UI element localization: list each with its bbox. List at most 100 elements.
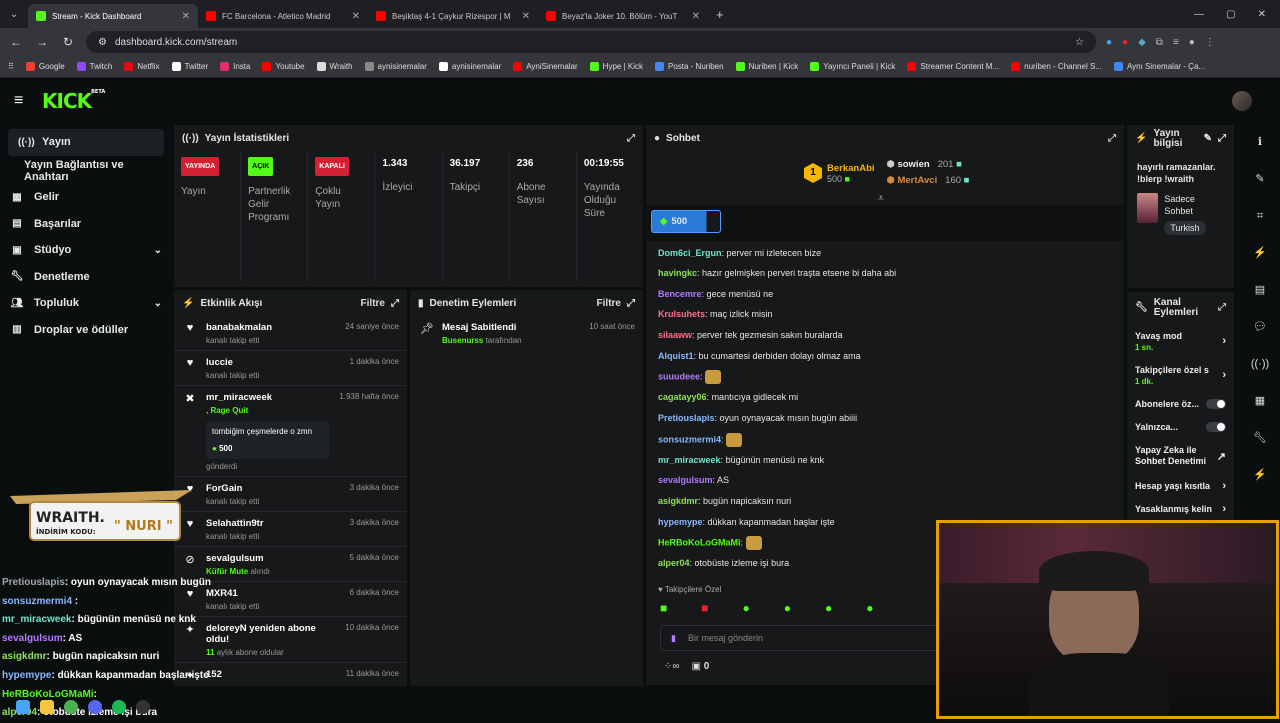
close-tab-icon[interactable]: ✕ [352,11,360,22]
chat-message[interactable]: Dom6ci_Ergun: perver mi izletecen bize [646,243,1124,264]
chat-message[interactable]: silaaww: perver tek gezmesin sakın bural… [646,325,1124,346]
chat-message[interactable]: mr_miracweek: bügünün menüsü ne knk [646,450,1124,471]
bookmark-item[interactable]: Nuriben | Kick [735,62,798,71]
sidebar-item-stream-key[interactable]: Yayın Bağlantısı ve Anahtarı [0,158,172,185]
chat-username[interactable]: Pretiouslapis [658,413,715,423]
chat-message[interactable]: asigkdmr: bugün napicaksın nuri [646,491,1124,512]
channel-action-row[interactable]: Hesap yaşı kısıtla › [1127,474,1234,497]
extension-icon[interactable]: ◆ [1138,37,1146,48]
kicks-goal-badge[interactable]: ◆ 500 [651,210,721,233]
chat-message[interactable]: Alquist1: bu cumartesi derbiden dolayı o… [646,346,1124,367]
profile-icon[interactable]: ● [1189,37,1195,48]
extension-icon[interactable]: ● [1122,37,1128,48]
browser-tab-joker[interactable]: Beyaz'la Joker 10. Bölüm - YouT ✕ [538,4,708,28]
emote-icon[interactable]: ■ [660,601,667,615]
sidebar-item-yayin[interactable]: ((·)) Yayın [8,129,164,156]
edit-pencil-icon[interactable]: ✎ [1204,134,1212,144]
browser-tab-barcelona[interactable]: FC Barcelona - Atletico Madrid ✕ [198,4,368,28]
toggle-switch[interactable] [1206,421,1226,432]
emote-icon[interactable]: ■ [701,601,708,615]
emote-icon[interactable]: ● [743,601,750,615]
collapse-chevron-icon[interactable]: ⩡ [878,193,884,204]
filter-button[interactable]: Filtre [361,298,385,309]
bookmark-item[interactable]: Insta [220,62,250,71]
close-tab-icon[interactable]: ✕ [692,11,700,22]
chat-username[interactable]: alper04 [658,558,690,568]
bookmark-star-icon[interactable]: ☆ [1075,37,1084,48]
channel-action-row[interactable]: Takipçilere özel s1 dk. › [1127,358,1234,392]
event-item[interactable]: ♥ banabakmalan kanalı takip etti 24 saniye … [174,316,407,351]
chat-message[interactable]: suuudeee: [646,367,1124,388]
browser-tab-kick-dashboard[interactable]: Stream - Kick Dashboard ✕ [28,4,198,28]
document-icon[interactable]: ▤ [1240,272,1280,309]
lightning-icon[interactable]: ⚡ [1240,235,1280,272]
folder-icon[interactable] [40,700,54,714]
emote-icon[interactable]: ● [825,601,832,615]
bookmark-item[interactable]: Twitter [171,62,208,71]
obs-icon[interactable] [136,700,150,714]
puzzle-icon[interactable]: ⧉ [1156,37,1163,48]
top-gifter-3[interactable]: ⬢ MertAvci 160 ■ [887,173,970,189]
bookmark-item[interactable]: aynisinemalar [364,62,427,71]
sidebar-item-denetleme[interactable]: 🔧︎ Denetleme [0,264,172,291]
top-gifter-2[interactable]: ⬢ sowien 201 ■ [887,157,970,173]
chat-username[interactable]: havingkc [658,268,697,278]
channel-action-row[interactable]: Yasaklanmış kelin › [1127,497,1234,520]
channel-action-row[interactable]: Abonelere öz... [1127,392,1234,415]
crop-icon[interactable]: ⌗ [1240,198,1280,235]
chat-username[interactable]: Krulsuhets [658,309,705,319]
tab-search-icon[interactable]: ⌄ [0,9,28,20]
top-gifter-1[interactable]: 1 BerkanAbi 500 ■ [804,157,875,189]
reload-icon[interactable]: ↻ [60,35,76,49]
kick-logo[interactable]: KICKBETA [42,89,105,113]
site-info-icon[interactable]: ⚙ [98,37,107,48]
chat-username[interactable]: suuudeee [658,372,700,382]
extension-icon[interactable]: ● [1106,37,1112,48]
windows-start-icon[interactable] [16,700,30,714]
moderation-item[interactable]: 📌︎ Mesaj Sabitlendi Busenurss tarafından… [410,316,643,350]
minimize-icon[interactable]: — [1194,9,1204,20]
chat-message[interactable]: Krulsuhets: maç izlick misin [646,305,1124,326]
chat-username[interactable]: Alquist1 [658,351,694,361]
chat-message[interactable]: Bencemre: gece menüsü ne [646,284,1124,305]
lightning-icon[interactable]: ⚡ [1240,457,1280,494]
bookmark-item[interactable]: aynisinemalar [438,62,501,71]
chat-username[interactable]: Dom6ci_Ergun [658,248,722,258]
bookmark-item[interactable]: AyniSinemalar [513,62,578,71]
apps-grid-icon[interactable]: ⠿ [8,62,14,71]
sidebar-item-droplar[interactable]: ▥ Droplar ve ödüller [0,317,172,344]
user-avatar[interactable] [1232,91,1252,111]
layers-icon[interactable]: ▦ [1240,383,1280,420]
chat-username[interactable]: sonsuzmermi4 [658,434,721,444]
bookmark-item[interactable]: Streamer Content M... [907,62,999,71]
browser-tab-besiktas[interactable]: Beşiktaş 4-1 Çaykur Rizespor | M ✕ [368,4,538,28]
chat-message[interactable]: Pretiouslapis: oyun oynayacak mısın bugü… [646,408,1124,429]
bookmark-item[interactable]: Aynı Sinemalar - Ça... [1113,62,1205,71]
chat-username[interactable]: HeRBoKoLoGMaMi [658,537,741,547]
close-tab-icon[interactable]: ✕ [522,11,530,22]
chat-username[interactable]: silaaww [658,330,692,340]
sidebar-item-studyo[interactable]: ▣ Stüdyo ⌄ [0,237,172,264]
bookmark-item[interactable]: Hype | Kick [589,62,643,71]
expand-icon[interactable]: ⤢ [627,298,635,309]
chat-message[interactable]: cagatayy06: mantıcıya gidlecek mi [646,388,1124,409]
wrench-icon[interactable]: 🔧︎ [1240,420,1280,457]
expand-icon[interactable]: ⤢ [1218,303,1226,313]
filter-button[interactable]: Filtre [597,298,621,309]
event-item[interactable]: ♥ luccie kanalı takip etti 1 dakika önce [174,351,407,386]
expand-icon[interactable]: ⤢ [1218,134,1226,144]
event-item[interactable]: ♥ Selahattin9tr kanalı takip etti 3 dakika … [174,512,407,547]
expand-icon[interactable]: ⤢ [391,298,399,309]
channel-action-row[interactable]: Yapay Zeka ile Sohbet Denetimi ↗ [1127,438,1234,474]
maximize-icon[interactable]: ▢ [1226,9,1235,20]
broadcast-icon[interactable]: ((·)) [1240,346,1280,383]
sidebar-item-basarilar[interactable]: ▤ Başarılar [0,211,172,238]
bookmark-item[interactable]: Google [25,62,65,71]
chat-input[interactable]: ▮ Bir mesaj gönderin [660,625,940,651]
language-tag[interactable]: Turkish [1164,221,1206,235]
chat-username[interactable]: mr_miracweek [658,455,721,465]
new-tab-button[interactable]: + [716,7,724,22]
users-icon[interactable]: ⁘∞ [664,661,680,672]
chat-username[interactable]: asigkdmr [658,496,698,506]
chat-username[interactable]: hypemype [658,517,703,527]
